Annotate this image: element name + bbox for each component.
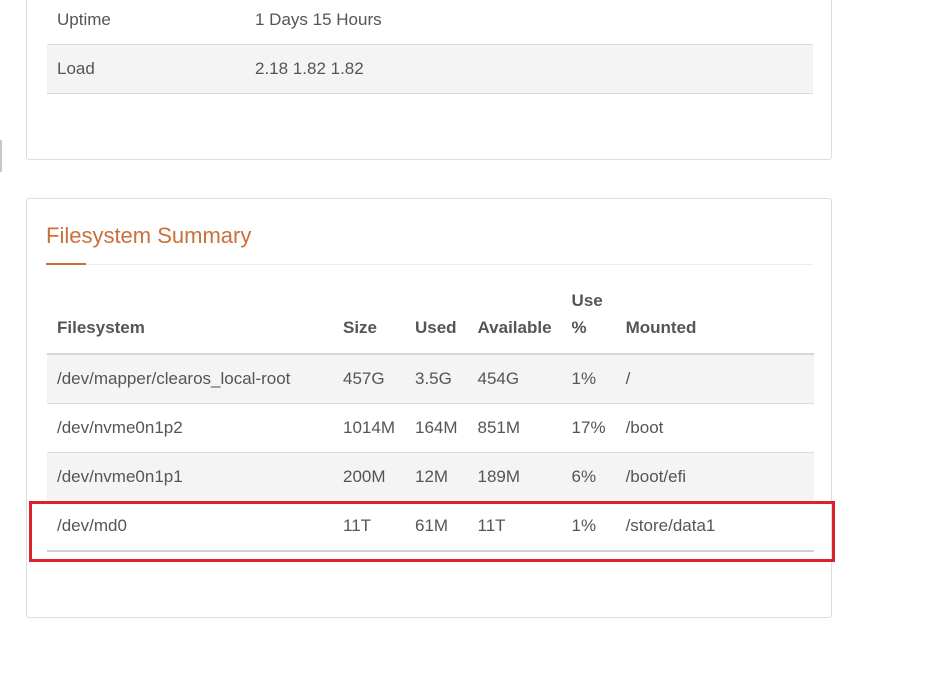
header-mounted: Mounted xyxy=(615,287,814,355)
cell-mounted: /boot/efi xyxy=(615,452,814,502)
cell-used: 3.5G xyxy=(404,354,468,404)
filesystem-table: Filesystem Size Used Available Use% Moun… xyxy=(47,287,814,552)
title-divider xyxy=(46,264,813,265)
cell-filesystem: /dev/mapper/clearos_local-root xyxy=(47,354,333,404)
cell-available: 454G xyxy=(467,354,562,404)
header-use-line1: Use xyxy=(571,291,603,310)
cell-used: 61M xyxy=(404,501,468,552)
cell-available: 189M xyxy=(467,452,562,502)
header-use-line2: % xyxy=(571,318,587,337)
cell-filesystem: /dev/md0 xyxy=(47,501,333,552)
table-header-row: Filesystem Size Used Available Use% Moun… xyxy=(47,287,814,355)
cell-mounted: / xyxy=(615,354,814,404)
load-value: 2.18 1.82 1.82 xyxy=(245,44,813,94)
system-info-panel: Uptime 1 Days 15 Hours Load 2.18 1.82 1.… xyxy=(26,0,832,160)
cell-size: 200M xyxy=(333,452,405,502)
table-row: /dev/nvme0n1p1 200M 12M 189M 6% /boot/ef… xyxy=(47,452,814,502)
cell-mounted: /boot xyxy=(615,403,814,453)
cell-available: 851M xyxy=(467,403,562,453)
cell-filesystem: /dev/nvme0n1p2 xyxy=(47,403,333,453)
load-label: Load xyxy=(47,44,245,94)
table-row: Uptime 1 Days 15 Hours xyxy=(47,0,813,45)
cell-use-percent: 17% xyxy=(561,403,616,453)
left-edge-divider xyxy=(0,140,2,172)
cell-used: 164M xyxy=(404,403,468,453)
filesystem-summary-panel: Filesystem Summary Filesystem Size Used … xyxy=(26,198,832,618)
cell-available: 11T xyxy=(467,501,562,552)
header-use-percent: Use% xyxy=(561,287,616,355)
cell-mounted: /store/data1 xyxy=(615,501,814,552)
cell-size: 457G xyxy=(333,354,405,404)
cell-use-percent: 1% xyxy=(561,354,616,404)
header-used: Used xyxy=(404,287,468,355)
header-available: Available xyxy=(467,287,562,355)
cell-size: 1014M xyxy=(333,403,405,453)
header-filesystem: Filesystem xyxy=(47,287,333,355)
uptime-label: Uptime xyxy=(47,0,245,45)
system-info-table: Uptime 1 Days 15 Hours Load 2.18 1.82 1.… xyxy=(47,0,813,94)
cell-size: 11T xyxy=(333,501,405,552)
table-row: /dev/mapper/clearos_local-root 457G 3.5G… xyxy=(47,354,814,404)
section-title: Filesystem Summary xyxy=(46,223,252,248)
title-accent-underline xyxy=(46,263,86,265)
header-size: Size xyxy=(333,287,405,355)
table-row: /dev/nvme0n1p2 1014M 164M 851M 17% /boot xyxy=(47,403,814,453)
uptime-value: 1 Days 15 Hours xyxy=(245,0,813,45)
table-row: Load 2.18 1.82 1.82 xyxy=(47,44,813,94)
cell-filesystem: /dev/nvme0n1p1 xyxy=(47,452,333,502)
cell-use-percent: 1% xyxy=(561,501,616,552)
cell-use-percent: 6% xyxy=(561,452,616,502)
table-row: /dev/md0 11T 61M 11T 1% /store/data1 xyxy=(47,501,814,552)
cell-used: 12M xyxy=(404,452,468,502)
